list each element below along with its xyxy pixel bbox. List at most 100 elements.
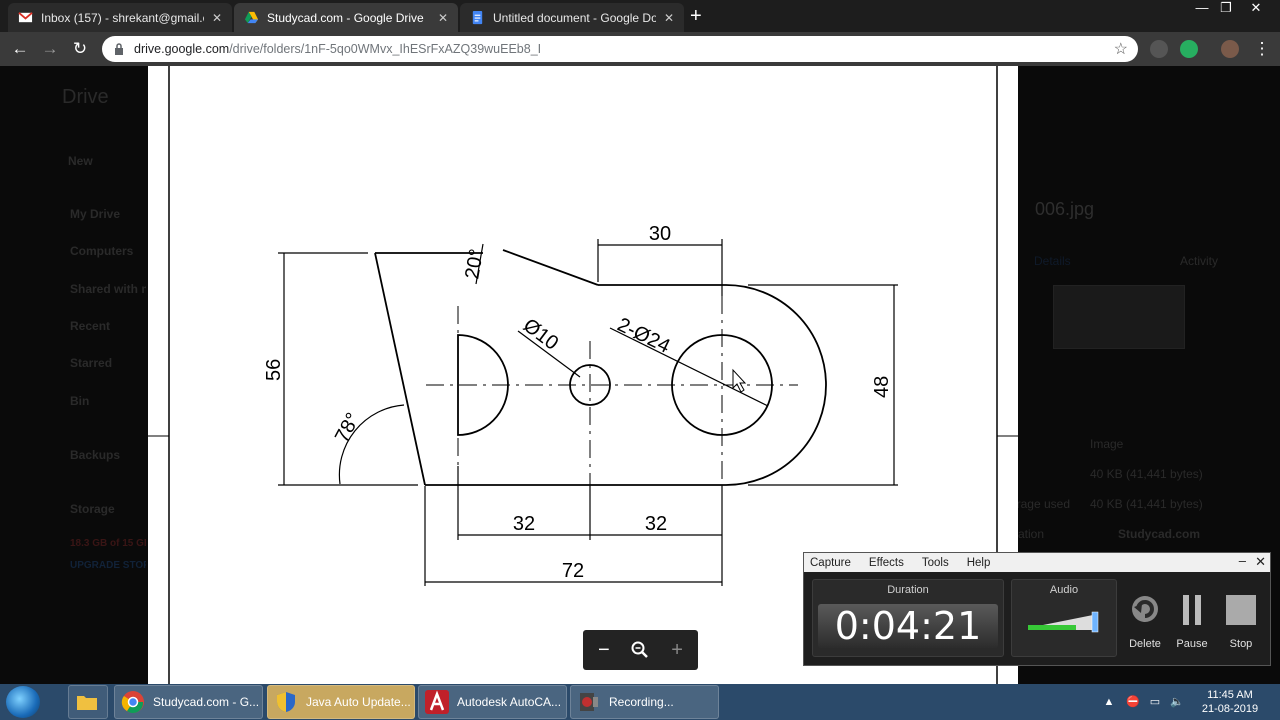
folder-icon	[77, 696, 97, 710]
forward-arrow-icon[interactable]: →	[40, 39, 60, 59]
file-type-value: Image	[1090, 437, 1124, 451]
bookmark-star-icon[interactable]: ☆	[1114, 39, 1128, 59]
dim-78-deg: 78°	[331, 409, 365, 446]
menu-effects[interactable]: Effects	[869, 557, 904, 569]
location-label: Location	[1018, 527, 1044, 541]
minimize-window-icon[interactable]: —	[1190, 0, 1214, 18]
audio-level-slider[interactable]	[1024, 606, 1104, 636]
sidebar-item-computers[interactable]: Computers	[70, 244, 133, 258]
duration-timer: 0:04:21	[818, 604, 998, 648]
sidebar-item-bin[interactable]: Bin	[70, 394, 89, 408]
zoom-magnifier-icon[interactable]	[630, 640, 650, 660]
dim-30: 30	[649, 223, 671, 245]
close-window-icon[interactable]: ✕	[1244, 0, 1268, 18]
storage-used-value: 40 KB (41,441 bytes)	[1090, 497, 1203, 511]
menu-capture[interactable]: Capture	[810, 557, 851, 569]
taskbar-autocad[interactable]: Autodesk AutoCA...	[418, 685, 567, 719]
lock-icon	[115, 43, 123, 55]
upgrade-storage-link[interactable]: UPGRADE STORAGE	[70, 560, 146, 571]
extension-icon[interactable]	[1150, 40, 1168, 58]
clock-time: 11:45 AM	[1207, 689, 1253, 701]
file-size-value: 40 KB (41,441 bytes)	[1090, 467, 1203, 481]
zoom-in-button[interactable]: +	[662, 639, 692, 662]
taskbar-item-label: Java Auto Update...	[306, 695, 411, 709]
sidebar-item-starred[interactable]: Starred	[70, 356, 112, 370]
tab-title: Inbox (157) - shrekant@gmail.com	[41, 10, 204, 25]
gmail-icon	[18, 12, 33, 23]
tab-title: Untitled document - Google Doc	[493, 10, 656, 25]
taskbar-java-update[interactable]: Java Auto Update...	[267, 685, 415, 719]
details-file-name: 006.jpg	[1035, 199, 1095, 219]
action-center-icon[interactable]: ▭	[1146, 684, 1164, 720]
start-button[interactable]	[6, 686, 40, 718]
sidebar-item-backups[interactable]: Backups	[70, 448, 120, 462]
tab-google-drive[interactable]: Studycad.com - Google Drive ✕	[234, 3, 458, 32]
sidebar-item-storage[interactable]: Storage	[70, 502, 115, 516]
dim-48: 48	[871, 376, 893, 398]
recorder-minimize-icon[interactable]: –	[1239, 553, 1246, 568]
shield-icon	[277, 692, 295, 712]
sidebar-item-recent[interactable]: Recent	[70, 319, 110, 333]
delete-button[interactable]: Delete	[1124, 593, 1166, 650]
sidebar-item-shared[interactable]: Shared with me	[70, 282, 146, 296]
reload-icon[interactable]: ↻	[70, 39, 90, 59]
stop-label: Stop	[1229, 638, 1253, 650]
menu-help[interactable]: Help	[967, 557, 991, 569]
google-docs-icon	[472, 10, 483, 25]
zoom-controls: − +	[583, 630, 698, 670]
close-tab-icon[interactable]: ✕	[664, 11, 674, 25]
tab-google-docs[interactable]: Untitled document - Google Doc ✕	[460, 3, 684, 32]
close-tab-icon[interactable]: ✕	[212, 11, 222, 25]
taskbar-item-label: Studycad.com - G...	[153, 695, 260, 709]
duration-panel: Duration 0:04:21	[812, 579, 1004, 657]
location-value[interactable]: Studycad.com	[1118, 527, 1200, 541]
stop-button[interactable]: Stop	[1220, 593, 1262, 650]
taskbar-recording[interactable]: Recording...	[570, 685, 719, 719]
clock-date: 21-08-2019	[1201, 703, 1259, 715]
back-arrow-icon[interactable]: ←	[10, 39, 30, 59]
volume-icon[interactable]: 🔈	[1168, 684, 1186, 720]
new-button[interactable]: New	[68, 154, 93, 168]
menu-tools[interactable]: Tools	[922, 557, 949, 569]
screen-recorder-widget: Capture Effects Tools Help – ✕ Duration …	[803, 552, 1271, 666]
pause-button[interactable]: Pause	[1171, 593, 1213, 650]
grammarly-icon[interactable]	[1180, 40, 1198, 58]
audio-label: Audio	[1049, 584, 1079, 596]
sidebar-item-my-drive[interactable]: My Drive	[70, 207, 120, 221]
storage-usage-text: 18.3 GB of 15 GB	[70, 538, 146, 549]
tab-activity[interactable]: Activity	[1180, 254, 1218, 268]
storage-used-label: Storage used	[1018, 497, 1070, 511]
dim-32-right: 32	[645, 513, 667, 535]
taskbar-item-label: Autodesk AutoCA...	[457, 695, 562, 709]
taskbar-explorer[interactable]	[68, 685, 108, 719]
tab-gmail[interactable]: Inbox (157) - shrekant@gmail.com ✕	[8, 3, 232, 32]
dim-phi10: Ø10	[519, 314, 562, 354]
address-bar[interactable]: drive.google.com/drive/folders/1nF-5qo0W…	[102, 36, 1138, 62]
dim-56: 56	[263, 359, 285, 381]
browser-tab-strip: Inbox (157) - shrekant@gmail.com ✕ Study…	[0, 0, 1280, 32]
delete-icon	[1132, 596, 1158, 622]
chrome-icon	[121, 691, 144, 714]
dim-32-left: 32	[513, 513, 535, 535]
zoom-out-button[interactable]: −	[589, 639, 619, 662]
restore-window-icon[interactable]: ❐	[1214, 0, 1238, 18]
stop-icon	[1226, 595, 1256, 625]
chrome-menu-icon[interactable]: ⋮	[1252, 39, 1272, 59]
recorder-close-icon[interactable]: ✕	[1255, 554, 1266, 570]
clock[interactable]: 11:45 AM 21-08-2019	[1190, 684, 1270, 720]
duration-label: Duration	[887, 584, 929, 596]
pause-icon	[1183, 595, 1201, 625]
network-icon[interactable]: ⛔	[1124, 684, 1142, 720]
taskbar-item-label: Recording...	[609, 695, 674, 709]
close-tab-icon[interactable]: ✕	[438, 11, 448, 25]
drive-app-name: Drive	[62, 86, 109, 108]
new-tab-button[interactable]: +	[690, 6, 702, 26]
tab-details[interactable]: Details	[1034, 254, 1071, 268]
profile-avatar[interactable]	[1221, 40, 1239, 58]
delete-label: Delete	[1129, 638, 1161, 650]
pause-label: Pause	[1176, 638, 1208, 650]
tray-expand-icon[interactable]: ▲	[1102, 684, 1116, 720]
recorder-icon	[580, 693, 598, 711]
taskbar-chrome[interactable]: Studycad.com - G...	[114, 685, 263, 719]
windows-taskbar: Studycad.com - G... Java Auto Update... …	[0, 684, 1280, 720]
